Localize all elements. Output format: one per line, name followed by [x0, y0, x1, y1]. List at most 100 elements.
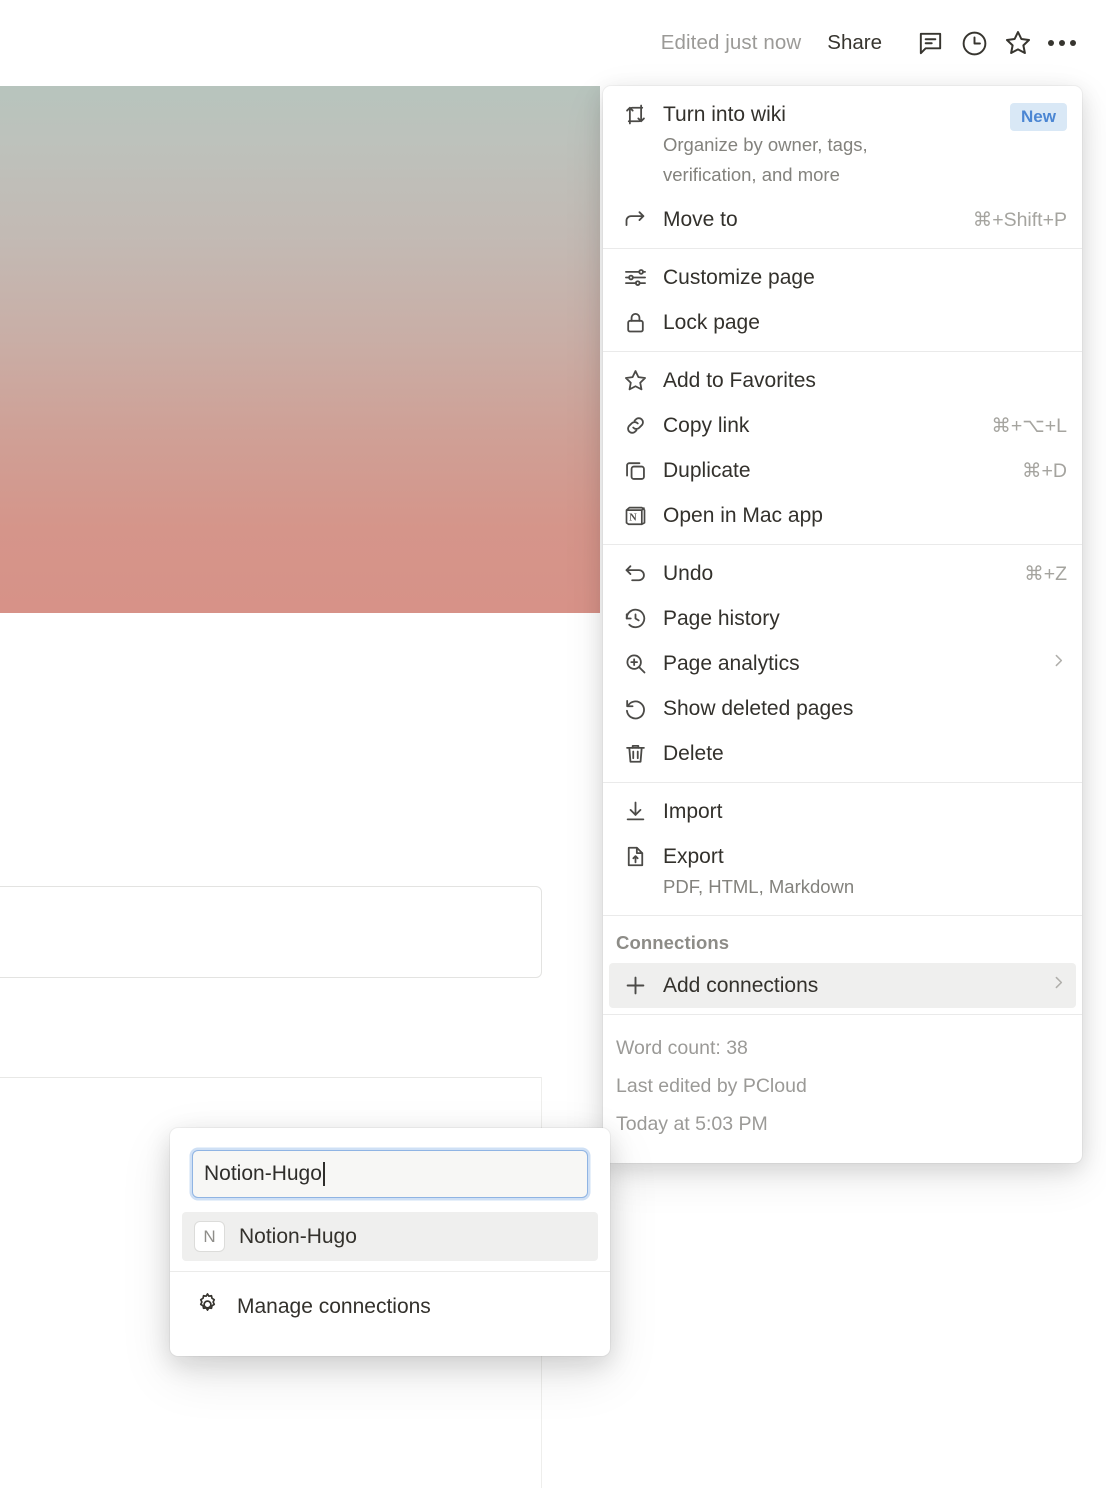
- menu-item-text: Delete: [663, 738, 1067, 769]
- menu-item-label: Delete: [663, 742, 724, 765]
- menu-item-open-in-mac-app[interactable]: N Open in Mac app: [609, 493, 1076, 538]
- menu-section-connections: Connections Add connections: [603, 916, 1082, 1014]
- svg-text:N: N: [629, 512, 637, 523]
- menu-item-text: Export PDF, HTML, Markdown: [663, 841, 1067, 902]
- duplicate-icon: [619, 455, 663, 485]
- menu-item-label: Open in Mac app: [663, 504, 823, 527]
- more-options-icon[interactable]: [1040, 21, 1084, 65]
- page-body: [0, 613, 600, 1488]
- page-toolbar: Edited just now Share: [0, 0, 1106, 86]
- menu-item-text: Show deleted pages: [663, 693, 1067, 724]
- menu-item-text: Customize page: [663, 262, 1067, 293]
- menu-item-add-connections[interactable]: Add connections: [609, 963, 1076, 1008]
- menu-item-text: Import: [663, 796, 1067, 827]
- menu-item-meta: [1050, 648, 1067, 669]
- menu-item-text: Add connections: [663, 970, 1050, 1001]
- link-icon: [619, 410, 663, 440]
- menu-item-text: Move to: [663, 204, 973, 235]
- page-options-menu: Turn into wiki Organize by owner, tags, …: [603, 86, 1082, 1164]
- menu-item-label: Import: [663, 800, 723, 823]
- menu-item-text: Duplicate: [663, 455, 1022, 486]
- menu-item-duplicate[interactable]: Duplicate ⌘+D: [609, 448, 1076, 493]
- manage-connections-label: Manage connections: [237, 1295, 431, 1318]
- page-analytics-icon: [619, 648, 663, 678]
- menu-item-delete[interactable]: Delete: [609, 731, 1076, 776]
- edited-status: Edited just now: [660, 31, 802, 54]
- menu-item-label: Duplicate: [663, 459, 751, 482]
- menu-item-text: Copy link: [663, 410, 991, 441]
- menu-item-import[interactable]: Import: [609, 789, 1076, 834]
- menu-item-customize-page[interactable]: Customize page: [609, 255, 1076, 300]
- menu-item-text: Add to Favorites: [663, 365, 1067, 396]
- menu-section-page-settings: Customize page Lock page: [603, 249, 1082, 351]
- share-button[interactable]: Share: [827, 31, 882, 55]
- menu-footer-metadata: Word count: 38 Last edited by PCloud Tod…: [603, 1015, 1082, 1163]
- menu-item-lock-page[interactable]: Lock page: [609, 300, 1076, 345]
- menu-item-text: Open in Mac app: [663, 500, 1067, 531]
- star-outline-icon: [619, 365, 663, 395]
- comment-icon[interactable]: [908, 21, 952, 65]
- menu-item-text: Page history: [663, 603, 1067, 634]
- menu-section-actions: Add to Favorites Copy link ⌘+⌥+L Duplica…: [603, 352, 1082, 544]
- menu-section-history: Undo ⌘+Z Page history Page analytics Sho…: [603, 545, 1082, 782]
- menu-item-label: Copy link: [663, 414, 750, 437]
- menu-item-shortcut: ⌘+Shift+P: [972, 209, 1067, 231]
- menu-item-meta: [1050, 970, 1067, 991]
- menu-item-turn-into-wiki[interactable]: Turn into wiki Organize by owner, tags, …: [609, 92, 1076, 197]
- connection-name: Notion-Hugo: [239, 1224, 357, 1248]
- menu-item-meta: New: [1010, 99, 1067, 131]
- menu-item-label: Add connections: [663, 974, 819, 997]
- menu-item-move-to[interactable]: Move to ⌘+Shift+P: [609, 197, 1076, 242]
- restore-icon: [619, 693, 663, 723]
- menu-item-label: Add to Favorites: [663, 369, 816, 392]
- plus-icon: [619, 970, 663, 1000]
- last-edited-by: Last edited by PCloud: [616, 1075, 807, 1098]
- menu-item-text: Undo: [663, 558, 1024, 589]
- menu-item-label: Lock page: [663, 311, 760, 334]
- undo-icon: [619, 558, 663, 588]
- menu-item-description: Organize by owner, tags, verification, a…: [663, 134, 868, 185]
- menu-section-wiki: Turn into wiki Organize by owner, tags, …: [603, 86, 1082, 248]
- menu-item-label: Customize page: [663, 266, 815, 289]
- text-cursor: [322, 1162, 325, 1186]
- page-content-block: [0, 886, 542, 978]
- notion-n-icon: N: [194, 1221, 225, 1252]
- star-icon[interactable]: [996, 21, 1040, 65]
- lock-icon: [619, 307, 663, 337]
- notion-cube-icon: N: [619, 500, 663, 530]
- menu-item-label: Page analytics: [663, 652, 800, 675]
- search-container: Notion-Hugo: [170, 1128, 610, 1212]
- menu-item-manage-connections[interactable]: Manage connections: [170, 1272, 610, 1342]
- customize-page-icon: [619, 262, 663, 292]
- clock-icon[interactable]: [952, 21, 996, 65]
- menu-item-label: Undo: [663, 562, 714, 585]
- menu-item-add-to-favorites[interactable]: Add to Favorites: [609, 358, 1076, 403]
- menu-item-shortcut: ⌘+Z: [1024, 563, 1067, 585]
- menu-item-export[interactable]: Export PDF, HTML, Markdown: [609, 834, 1076, 909]
- app-root: Edited just now Share Turn into wiki Org…: [0, 0, 1106, 1488]
- menu-item-undo[interactable]: Undo ⌘+Z: [609, 551, 1076, 596]
- new-badge: New: [1010, 103, 1067, 131]
- menu-item-label: Export: [663, 845, 724, 868]
- page-divider: [0, 1077, 542, 1078]
- connections-submenu: Notion-Hugo N Notion-Hugo Manage connect…: [170, 1128, 610, 1356]
- menu-item-copy-link[interactable]: Copy link ⌘+⌥+L: [609, 403, 1076, 448]
- menu-item-label: Turn into wiki: [663, 103, 786, 126]
- export-icon: [619, 841, 663, 871]
- menu-item-show-deleted-pages[interactable]: Show deleted pages: [609, 686, 1076, 731]
- list-item[interactable]: N Notion-Hugo: [182, 1212, 598, 1261]
- turn-into-wiki-icon: [619, 99, 663, 129]
- menu-item-text: Turn into wiki Organize by owner, tags, …: [663, 99, 1010, 190]
- page-cover-image: [0, 86, 600, 613]
- trash-icon: [619, 738, 663, 768]
- connection-search-input[interactable]: Notion-Hugo: [192, 1150, 588, 1198]
- gear-icon: [194, 1291, 221, 1323]
- menu-item-label: Page history: [663, 607, 780, 630]
- search-results: N Notion-Hugo: [170, 1212, 610, 1271]
- chevron-right-icon: [1050, 974, 1067, 991]
- connections-header: Connections: [616, 932, 730, 953]
- last-edited-time: Today at 5:03 PM: [616, 1113, 768, 1136]
- menu-item-page-history[interactable]: Page history: [609, 596, 1076, 641]
- menu-item-page-analytics[interactable]: Page analytics: [609, 641, 1076, 686]
- menu-section-import-export: Import Export PDF, HTML, Markdown: [603, 783, 1082, 915]
